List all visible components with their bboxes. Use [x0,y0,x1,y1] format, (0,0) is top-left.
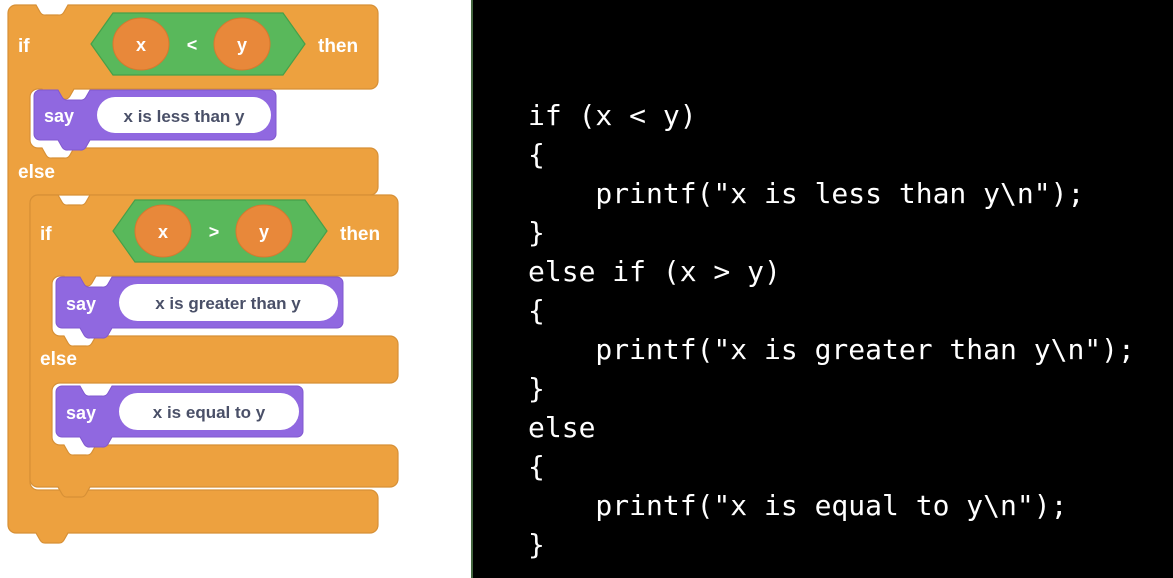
outer-condition-operator-block[interactable]: x < y [90,12,306,76]
scratch-blocks-panel: if then else x < y say x is less than y [0,0,471,578]
say-block-3-message: x is equal to y [153,403,266,422]
inner-operand-right-label: y [259,222,269,242]
inner-operand-left-label: x [158,222,168,242]
say-block-less-than[interactable]: say x is less than y [33,89,277,151]
say-block-2-keyword: say [66,294,96,314]
say-block-1-message: x is less than y [124,107,245,126]
code-panel: if (x < y) { printf("x is less than y\n"… [473,0,1173,578]
outer-else-keyword: else [18,162,55,183]
inner-then-keyword: then [340,224,380,245]
inner-condition-operator-block[interactable]: x > y [112,199,328,263]
inner-if-keyword: if [40,224,52,245]
outer-operator-symbol: < [187,35,198,55]
c-source-code: if (x < y) { printf("x is less than y\n"… [528,99,1135,561]
outer-operand-left-label: x [136,35,146,55]
inner-operator-symbol: > [209,222,220,242]
say-block-greater-than[interactable]: say x is greater than y [55,276,344,339]
say-block-1-keyword: say [44,106,74,126]
outer-then-keyword: then [318,36,358,57]
comparison-figure: if then else x < y say x is less than y [0,0,1173,578]
say-block-3-keyword: say [66,403,96,423]
outer-if-keyword: if [18,36,30,57]
inner-else-keyword: else [40,349,77,370]
scratch-blocks-canvas: if then else x < y say x is less than y [7,4,399,544]
say-block-2-message: x is greater than y [155,294,301,313]
outer-operand-right-label: y [237,35,247,55]
say-block-equal-to[interactable]: say x is equal to y [55,385,304,448]
